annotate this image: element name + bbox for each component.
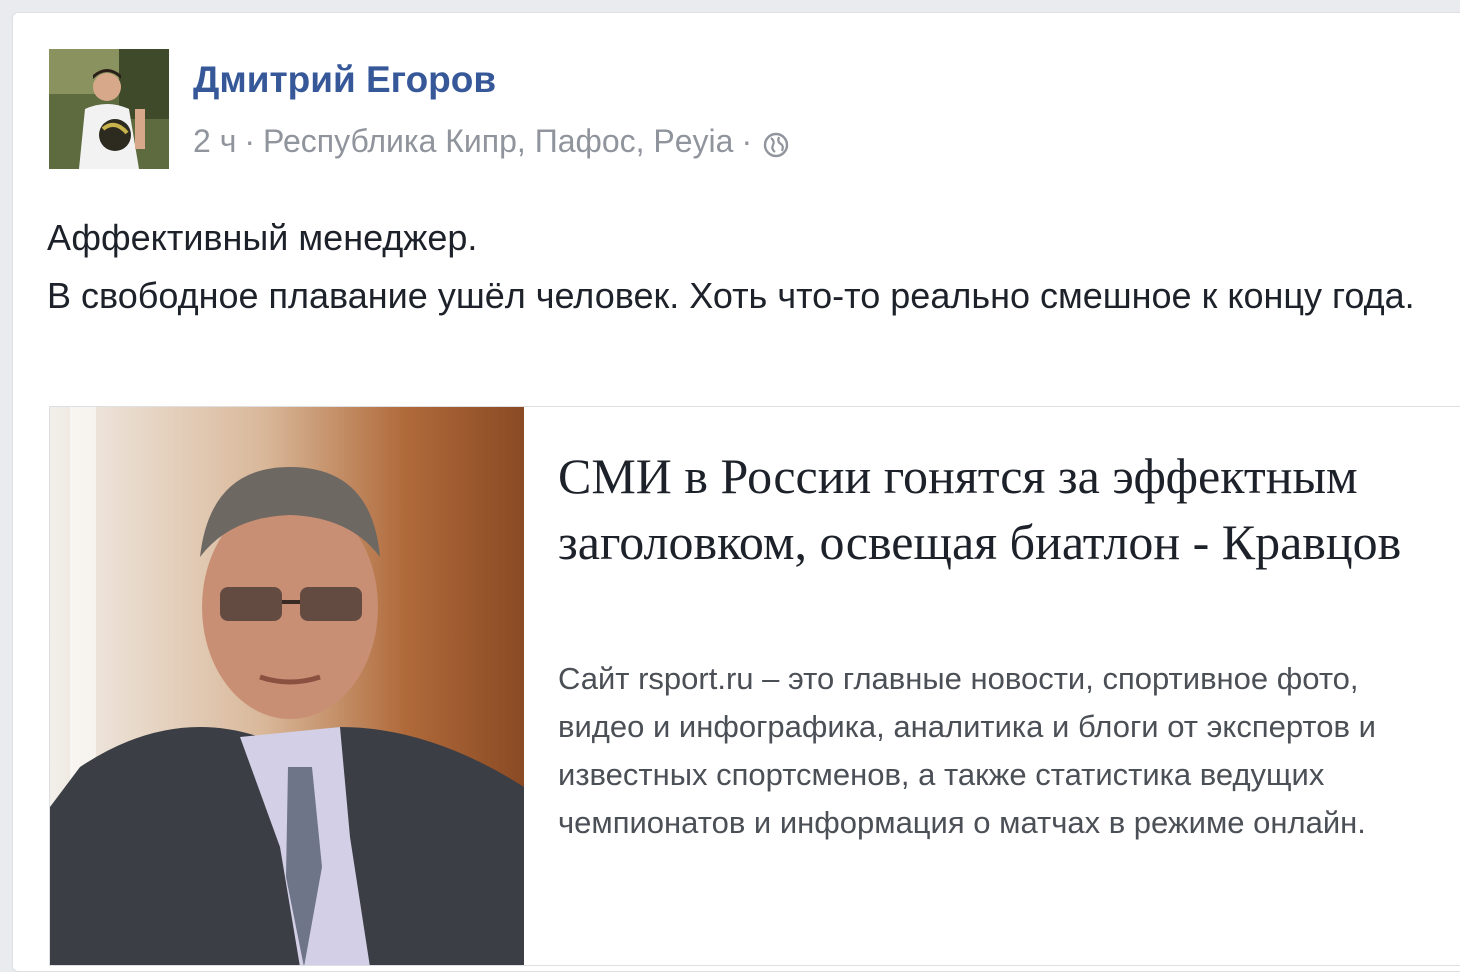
link-preview-description: Сайт rsport.ru – это главные новости, сп…: [558, 661, 1376, 840]
post-text-line: Аффективный менеджер.: [47, 217, 478, 258]
post-timestamp[interactable]: 2 ч: [193, 123, 236, 160]
meta-separator: ·: [741, 123, 753, 159]
link-preview-title[interactable]: СМИ в России гонятся за эффектным заголо…: [558, 443, 1438, 575]
link-preview-image[interactable]: [50, 407, 524, 965]
post-location[interactable]: Республика Кипр, Пафос, Peyia: [263, 123, 733, 160]
link-preview-card[interactable]: СМИ в России гонятся за эффектным заголо…: [49, 406, 1460, 966]
meta-separator: ·: [244, 123, 256, 159]
post-text: Аффективный менеджер. В свободное плаван…: [47, 209, 1447, 325]
avatar-photo: [49, 49, 169, 169]
person-photo: [50, 407, 524, 965]
globe-icon[interactable]: [762, 130, 790, 158]
author-name-link[interactable]: Дмитрий Егоров: [193, 59, 496, 101]
author-avatar[interactable]: [49, 49, 169, 169]
post-meta: 2 ч · Республика Кипр, Пафос, Peyia ·: [193, 123, 790, 160]
post-text-line: В свободное плавание ушёл человек. Хоть …: [47, 275, 1415, 316]
post-card: Дмитрий Егоров 2 ч · Республика Кипр, Па…: [12, 12, 1460, 972]
